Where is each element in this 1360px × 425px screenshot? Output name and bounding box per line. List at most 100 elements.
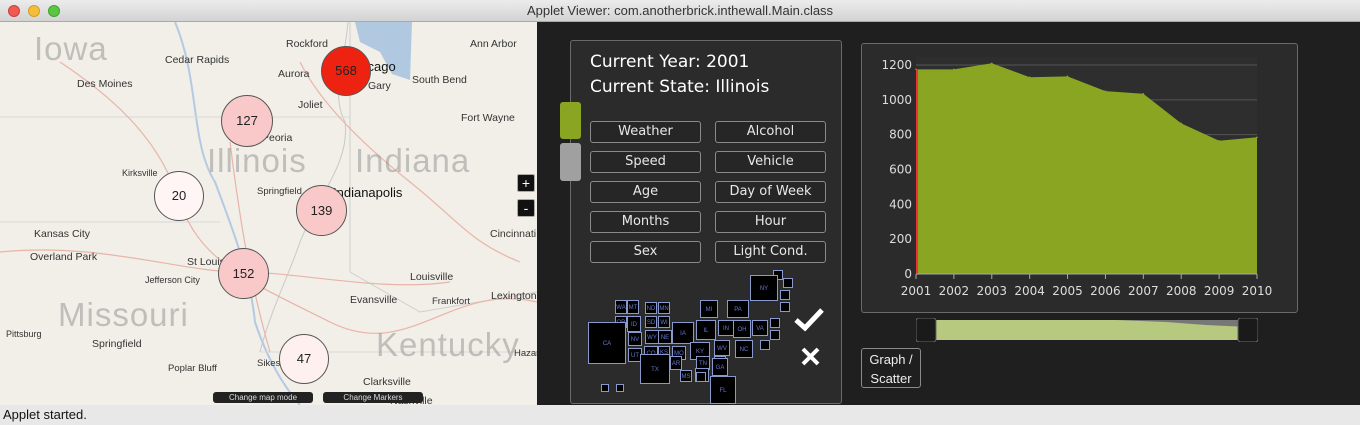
city-label: Poplar Bluff (168, 363, 217, 374)
city-label: Gary (368, 80, 391, 92)
graph-toggle-line2: Scatter (870, 371, 912, 386)
state-tile[interactable]: WV (714, 340, 730, 356)
maximize-window-button[interactable] (48, 5, 60, 17)
age-button[interactable]: Age (590, 181, 701, 203)
state-tile[interactable]: NE (658, 330, 672, 344)
data-point (1218, 139, 1220, 142)
state-tile[interactable]: AR (670, 356, 682, 370)
current-year-label: Current Year: 2001 (590, 52, 750, 72)
x-tick-label: 2007 (1128, 284, 1159, 298)
accident-marker[interactable]: 47 (279, 334, 329, 384)
state-tile[interactable]: IL (696, 320, 716, 340)
city-label: Kansas City (34, 228, 91, 240)
graph-toggle-line1: Graph / (869, 352, 913, 367)
accident-marker[interactable]: 139 (296, 185, 347, 236)
city-label: Frankfort (432, 296, 471, 307)
slider-handle-end[interactable] (1237, 318, 1258, 342)
state-tile[interactable] (770, 330, 780, 340)
state-tile[interactable] (696, 372, 706, 382)
state-tile[interactable]: GA (712, 358, 728, 376)
day-of-week-button[interactable]: Day of Week (715, 181, 826, 203)
state-tile[interactable]: NV (628, 332, 642, 346)
speed-button[interactable]: Speed (590, 151, 701, 173)
state-tile[interactable]: MN (658, 302, 670, 314)
marker-count: 47 (296, 351, 312, 366)
state-tile[interactable] (770, 318, 780, 328)
accident-marker[interactable]: 127 (221, 95, 273, 147)
city-label: Cincinnati (490, 228, 537, 240)
clear-x-icon[interactable] (800, 346, 821, 367)
state-tile[interactable]: ID (627, 316, 641, 332)
state-tile[interactable]: FL (710, 376, 736, 404)
state-tile[interactable] (780, 290, 790, 300)
city-label: Joliet (298, 99, 323, 111)
state-tile[interactable] (783, 278, 793, 288)
state-tile[interactable]: MT (627, 300, 639, 314)
minimize-window-button[interactable] (28, 5, 40, 17)
zoom-out-button[interactable]: - (517, 199, 535, 217)
marker-count: 152 (232, 266, 255, 281)
state-tile[interactable]: WY (645, 330, 659, 344)
change-map-mode-button[interactable]: Change map mode (213, 392, 313, 403)
state-tile[interactable]: WA (615, 300, 627, 314)
state-tile[interactable] (760, 340, 770, 350)
weather-button[interactable]: Weather (590, 121, 701, 143)
months-button[interactable]: Months (590, 211, 701, 233)
hour-button[interactable]: Hour (715, 211, 826, 233)
area-chart: 0 200 400 600 800 1000 1200 2001 2002 2003 2004 200… (881, 57, 1273, 298)
state-tile[interactable]: NC (735, 340, 753, 358)
status-bar: Applet started. (0, 405, 1360, 423)
x-tick-label: 2005 (1052, 284, 1083, 298)
accident-marker[interactable]: 152 (218, 248, 269, 299)
state-tile[interactable]: WI (658, 316, 670, 328)
slider-handle-start[interactable] (916, 318, 937, 342)
state-tile[interactable]: MS (680, 370, 692, 382)
city-label: Aurora (278, 68, 310, 80)
city-label: Fort Wayne (461, 112, 515, 124)
change-markers-button[interactable]: Change Markers (323, 392, 423, 403)
state-tile[interactable] (780, 302, 790, 312)
city-label: Springfield (92, 338, 142, 350)
series-swatch-secondary[interactable] (560, 143, 581, 181)
map-view[interactable]: Iowa Illinois Indiana Missouri Kentucky … (0, 22, 537, 405)
x-tick-label: 2009 (1204, 284, 1235, 298)
sex-button[interactable]: Sex (590, 241, 701, 263)
accident-marker[interactable]: 20 (154, 171, 204, 221)
y-tick-label: 600 (889, 163, 912, 177)
state-tile[interactable]: ND (645, 302, 657, 314)
data-point (1028, 76, 1031, 78)
marker-count: 127 (236, 113, 258, 128)
state-tile[interactable]: OH (733, 320, 751, 338)
city-label: South Bend (412, 74, 467, 86)
state-tile[interactable]: PA (727, 300, 749, 318)
state-tile[interactable]: SD (645, 316, 657, 328)
zoom-in-button[interactable]: + (517, 174, 535, 192)
state-tile[interactable]: VA (752, 320, 768, 336)
accident-marker[interactable]: 568 (321, 46, 371, 96)
state-tile[interactable] (616, 384, 624, 392)
x-tick-label: 2006 (1090, 284, 1121, 298)
state-tile[interactable]: IA (672, 322, 694, 344)
state-tile[interactable]: TX (640, 354, 670, 384)
city-label: Hazard (514, 348, 537, 359)
close-window-button[interactable] (8, 5, 20, 17)
confirm-check-icon[interactable] (793, 307, 825, 333)
state-tile[interactable]: NY (750, 275, 778, 301)
graph-scatter-toggle-button[interactable]: Graph / Scatter (861, 348, 921, 388)
data-point (1066, 75, 1069, 78)
alcohol-button[interactable]: Alcohol (715, 121, 826, 143)
state-tile[interactable]: CA (588, 322, 626, 364)
year-range-slider[interactable] (916, 318, 1258, 342)
vehicle-button[interactable]: Vehicle (715, 151, 826, 173)
x-tick-label: 2010 (1242, 284, 1273, 298)
state-tile[interactable] (601, 384, 609, 392)
window-title: Applet Viewer: com.anotherbrick.inthewal… (526, 3, 834, 18)
state-tile[interactable]: IN (718, 320, 734, 336)
marker-count: 568 (335, 63, 357, 78)
x-tick-label: 2008 (1166, 284, 1197, 298)
light-cond-button[interactable]: Light Cond. (715, 241, 826, 263)
city-label: Clarksville (363, 376, 411, 388)
city-label: Des Moines (77, 78, 133, 90)
state-tile[interactable]: MI (700, 300, 718, 318)
series-swatch-primary[interactable] (560, 102, 581, 139)
